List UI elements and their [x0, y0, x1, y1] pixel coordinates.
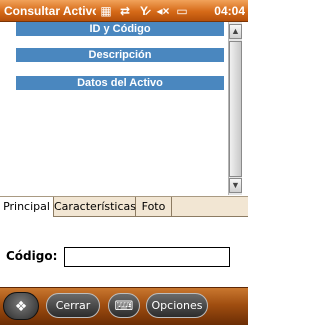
tab-foto[interactable]: Foto	[136, 197, 172, 217]
speaker-muted-icon[interactable]: ◂×	[155, 3, 171, 19]
windows-start-icon[interactable]: ❖	[3, 292, 39, 320]
scroll-down-arrow-icon[interactable]: ▼	[229, 178, 242, 193]
section-datos-activo[interactable]: Datos del Activo	[16, 76, 224, 90]
title-bar: Consultar Activo ▦ ⇄ Y̷ ◂× ▭ 04:04	[0, 0, 248, 22]
clock[interactable]: 04:04	[214, 4, 245, 18]
bottom-bar: ❖ Cerrar ⌨ Opciones	[0, 287, 248, 325]
section-descripcion[interactable]: Descripción	[16, 48, 224, 62]
tab-principal[interactable]: Principal	[0, 197, 54, 218]
codigo-input[interactable]	[64, 247, 230, 267]
vertical-scrollbar[interactable]: ▲ ▼	[228, 22, 242, 195]
connectivity-icon[interactable]: ⇄	[117, 3, 133, 19]
tab-bar: Principal Características Foto	[0, 196, 248, 218]
tab-caracteristicas[interactable]: Características	[54, 197, 136, 217]
no-signal-icon[interactable]: Y̷	[136, 3, 152, 19]
keyboard-icon[interactable]: ⌨	[108, 293, 140, 318]
opciones-button[interactable]: Opciones	[146, 293, 208, 318]
form-area: Código:	[0, 217, 248, 287]
start-menu-icon[interactable]: ▦	[98, 3, 114, 19]
status-icons: ▦ ⇄ Y̷ ◂× ▭	[98, 2, 190, 20]
battery-icon[interactable]: ▭	[174, 3, 190, 19]
cerrar-button[interactable]: Cerrar	[46, 293, 100, 318]
content-area: ID y Código Descripción Datos del Activo	[0, 22, 248, 195]
section-id-codigo[interactable]: ID y Código	[16, 22, 224, 36]
scroll-thumb[interactable]	[229, 41, 242, 177]
codigo-label: Código:	[6, 249, 58, 263]
scroll-up-arrow-icon[interactable]: ▲	[229, 24, 242, 39]
window-title: Consultar Activo	[4, 4, 96, 18]
